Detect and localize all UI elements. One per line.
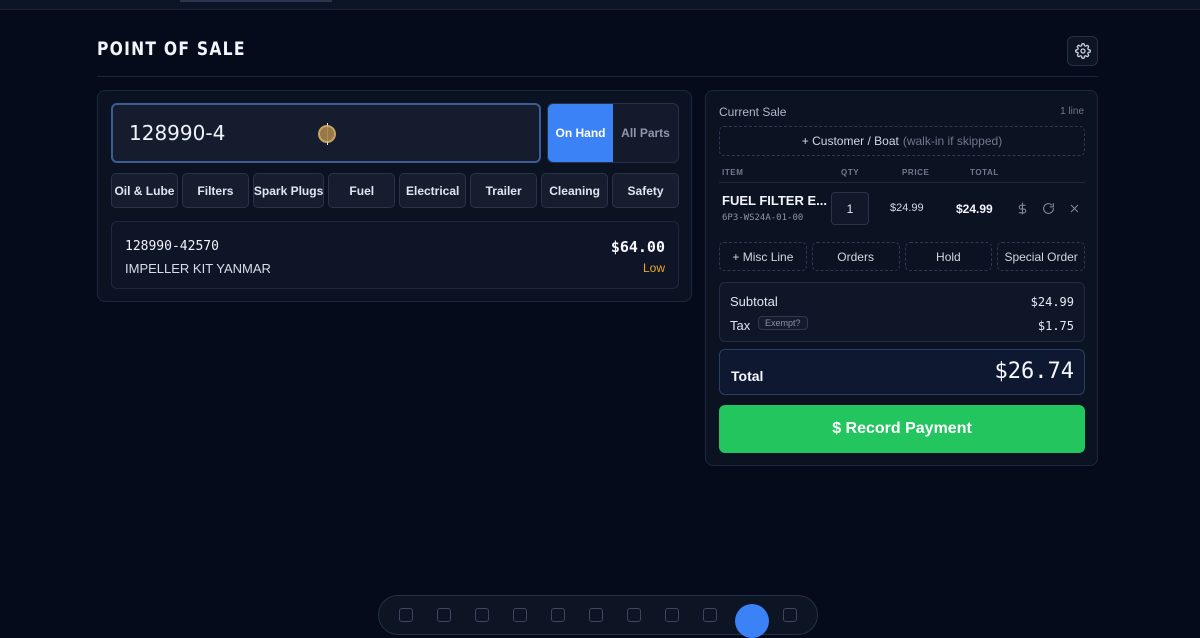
record-payment-button[interactable]: $ Record Payment bbox=[719, 405, 1085, 453]
dock-home-icon[interactable] bbox=[399, 608, 413, 622]
sale-title: Current Sale bbox=[719, 105, 787, 119]
category-electrical[interactable]: Electrical bbox=[399, 173, 467, 208]
category-oil-lube[interactable]: Oil & Lube bbox=[111, 173, 178, 208]
result-name: IMPELLER KIT YANMAR bbox=[125, 261, 271, 276]
tax-label: Tax bbox=[730, 318, 751, 333]
sale-actions: + Misc Line Orders Hold Special Order bbox=[719, 242, 1085, 271]
dock-chart-icon[interactable] bbox=[627, 608, 641, 622]
col-price: PRICE bbox=[902, 168, 930, 177]
category-safety[interactable]: Safety bbox=[612, 173, 680, 208]
dock-inventory-icon[interactable] bbox=[437, 608, 451, 622]
category-trailer[interactable]: Trailer bbox=[470, 173, 538, 208]
tax-exempt-button[interactable]: Exempt? bbox=[758, 316, 808, 330]
top-bar-tab-indicator bbox=[180, 0, 332, 2]
sale-line-row: FUEL FILTER E... 6P3-WS24A-01-00 1 $24.9… bbox=[719, 189, 1085, 231]
settings-button[interactable] bbox=[1067, 36, 1098, 66]
price-override-dollar-icon[interactable] bbox=[1014, 200, 1030, 216]
stock-toggle[interactable]: On Hand All Parts bbox=[547, 103, 679, 163]
category-filters: Oil & Lube Filters Spark Plugs Fuel Elec… bbox=[111, 173, 680, 208]
special-order-button[interactable]: Special Order bbox=[997, 242, 1085, 271]
misc-line-button[interactable]: + Misc Line bbox=[719, 242, 807, 271]
remove-line-close-icon[interactable] bbox=[1066, 200, 1082, 216]
category-spark-plugs[interactable]: Spark Plugs bbox=[252, 173, 325, 208]
subtotal-value: $24.99 bbox=[1030, 295, 1074, 309]
dock-tag-icon[interactable] bbox=[551, 608, 565, 622]
gear-icon bbox=[1074, 43, 1091, 59]
line-item-sku: 6P3-WS24A-01-00 bbox=[722, 213, 804, 223]
line-item-price: $24.99 bbox=[890, 202, 924, 214]
line-item-total: $24.99 bbox=[956, 202, 993, 216]
refresh-icon[interactable] bbox=[1040, 200, 1056, 216]
orders-button[interactable]: Orders bbox=[811, 242, 900, 271]
toggle-on-hand[interactable]: On Hand bbox=[548, 104, 613, 162]
dock-list-icon[interactable] bbox=[513, 608, 527, 622]
customer-button-hint: (walk-in if skipped) bbox=[902, 134, 1003, 148]
category-cleaning[interactable]: Cleaning bbox=[541, 173, 609, 208]
dock-pos-icon[interactable] bbox=[735, 604, 769, 638]
result-sku: 128990-42570 bbox=[125, 239, 219, 254]
hold-button[interactable]: Hold bbox=[904, 242, 993, 271]
top-bar bbox=[0, 0, 1200, 10]
toggle-all-parts[interactable]: All Parts bbox=[613, 104, 678, 162]
dock-settings-icon[interactable] bbox=[783, 608, 797, 622]
total-value: $26.74 bbox=[994, 359, 1074, 384]
current-sale-panel: Current Sale 1 line + Customer / Boat (w… bbox=[705, 90, 1098, 466]
dock-tools-icon[interactable] bbox=[665, 608, 679, 622]
result-price: $64.00 bbox=[610, 238, 665, 256]
col-total: TOTAL bbox=[970, 168, 999, 177]
page-header: POINT OF SALE bbox=[97, 36, 1098, 77]
product-search-panel: On Hand All Parts Oil & Lube Filters Spa… bbox=[97, 90, 692, 302]
search-field[interactable] bbox=[111, 103, 541, 163]
category-fuel[interactable]: Fuel bbox=[328, 173, 396, 208]
subtotal-label: Subtotal bbox=[730, 294, 778, 309]
grand-total-box: Total $26.74 bbox=[719, 349, 1085, 395]
line-item-qty-input[interactable]: 1 bbox=[831, 192, 869, 225]
sale-column-headers: ITEM QTY PRICE TOTAL bbox=[719, 163, 1085, 183]
pointer-cursor-icon bbox=[318, 125, 336, 143]
bottom-dock bbox=[378, 595, 818, 638]
total-label: Total bbox=[731, 368, 764, 384]
col-item: ITEM bbox=[722, 168, 744, 177]
category-filters[interactable]: Filters bbox=[181, 173, 249, 208]
dock-box-icon[interactable] bbox=[475, 608, 489, 622]
sale-line-count: 1 line bbox=[1060, 106, 1084, 117]
result-stock-status: Low bbox=[642, 261, 665, 275]
dock-calendar-icon[interactable] bbox=[703, 608, 717, 622]
col-qty: QTY bbox=[841, 168, 860, 177]
search-result-item[interactable]: 128990-42570 IMPELLER KIT YANMAR $64.00 … bbox=[111, 221, 679, 289]
dock-dollar-icon[interactable] bbox=[589, 608, 603, 622]
customer-button-label: + Customer / Boat bbox=[801, 134, 899, 148]
tax-value: $1.75 bbox=[1037, 319, 1074, 333]
subtotals-box: Subtotal $24.99 Tax Exempt? $1.75 bbox=[719, 282, 1085, 342]
line-item-name: FUEL FILTER E... bbox=[722, 193, 827, 208]
page-title: POINT OF SALE bbox=[97, 38, 246, 60]
add-customer-button[interactable]: + Customer / Boat (walk-in if skipped) bbox=[719, 126, 1085, 156]
